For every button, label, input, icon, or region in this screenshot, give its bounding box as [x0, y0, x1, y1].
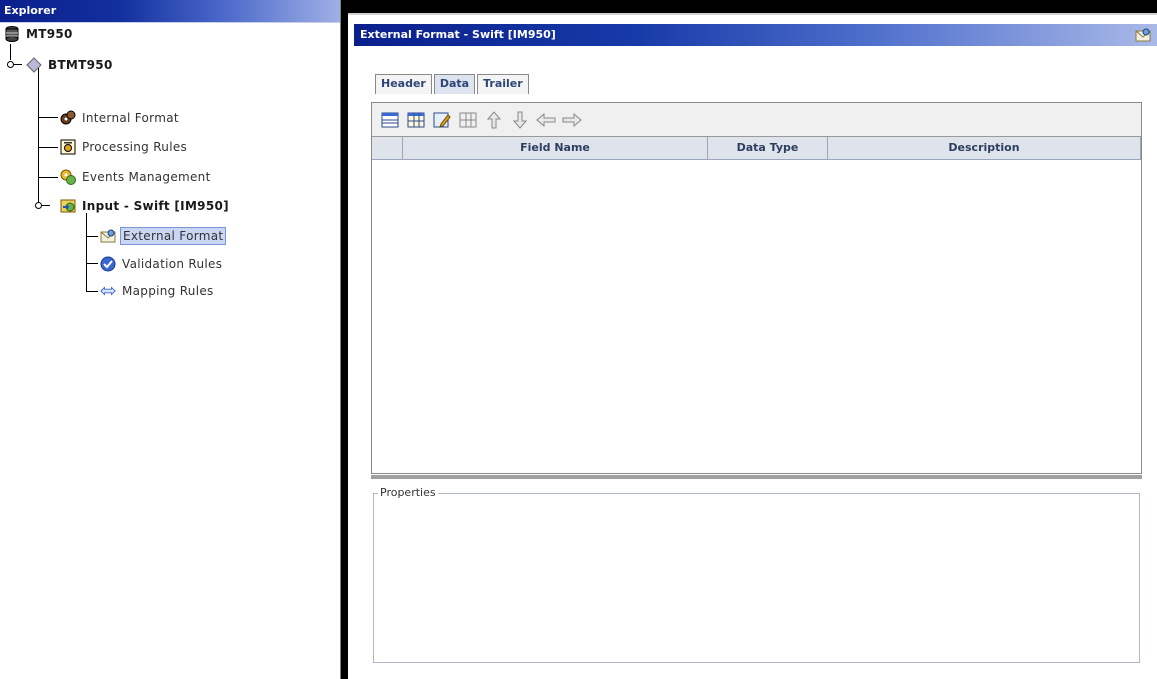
delete-icon[interactable] [458, 110, 478, 130]
envelope-icon [100, 228, 116, 244]
grid-header-row: Field Name Data Type Description [372, 137, 1141, 160]
gears-icon [60, 110, 76, 126]
tree-node-input-swift[interactable]: Input - Swift [IM950] [60, 195, 231, 217]
tree-node-label: Processing Rules [82, 140, 188, 154]
move-down-icon[interactable] [510, 110, 530, 130]
properties-legend: Properties [378, 486, 438, 499]
move-right-icon[interactable] [562, 110, 582, 130]
column-header-description[interactable]: Description [828, 137, 1141, 159]
move-left-icon[interactable] [536, 110, 556, 130]
tree-connector [86, 236, 98, 237]
fields-grid: Field Name Data Type Description [371, 102, 1142, 474]
tree-node-processing-rules[interactable]: Processing Rules [60, 136, 189, 158]
tab-trailer[interactable]: Trailer [477, 74, 529, 94]
tree-connector [38, 177, 58, 178]
column-header-data-type[interactable]: Data Type [708, 137, 828, 159]
tree-expander[interactable] [35, 202, 42, 209]
tree-node-mt950[interactable]: MT950 [4, 23, 75, 45]
events-gear-icon [60, 169, 76, 185]
tab-header[interactable]: Header [375, 74, 432, 94]
mapping-arrows-icon [100, 283, 116, 299]
add-row-icon[interactable] [380, 110, 400, 130]
tree-connector [86, 291, 98, 292]
tree-node-label: Validation Rules [122, 257, 223, 271]
page-title: External Format - Swift [IM950] [360, 28, 556, 41]
tree-node-label: BTMT950 [48, 58, 113, 72]
tree-node-label: MT950 [26, 27, 73, 41]
properties-panel: Properties [373, 486, 1140, 663]
tree-node-mapping-rules[interactable]: Mapping Rules [100, 280, 216, 302]
database-icon [4, 26, 20, 42]
grid-bottom-border [371, 475, 1142, 479]
grid-toolbar [372, 103, 1141, 137]
rules-doc-icon [60, 139, 76, 155]
envelope-icon [1135, 27, 1151, 43]
tree-node-label: External Format [120, 227, 227, 245]
tree-connector [38, 117, 58, 118]
tree-node-internal-format[interactable]: Internal Format [60, 107, 181, 129]
tree-connector [10, 44, 11, 60]
grid-header-selector[interactable] [372, 137, 403, 159]
tree-node-label: Events Management [82, 170, 211, 184]
explorer-tree-container: MT950 BTMT950 Internal Format Processing… [0, 22, 340, 679]
column-header-field-name[interactable]: Field Name [403, 137, 708, 159]
tree-node-external-format[interactable]: External Format [100, 225, 227, 247]
explorer-panel: Explorer MT950 BTMT950 Internal Format P… [0, 0, 341, 679]
input-swift-icon [60, 198, 76, 214]
main-title-bar: External Format - Swift [IM950] [354, 24, 1157, 46]
insert-table-icon[interactable] [406, 110, 426, 130]
tree-node-label: Input - Swift [IM950] [82, 199, 229, 213]
tree-node-validation-rules[interactable]: Validation Rules [100, 253, 224, 275]
tree-node-label: Mapping Rules [122, 284, 214, 298]
tree-connector [38, 147, 58, 148]
tree-expander[interactable] [7, 61, 14, 68]
tree-node-btmt950[interactable]: BTMT950 [26, 54, 115, 76]
edit-icon[interactable] [432, 110, 452, 130]
tab-data[interactable]: Data [433, 74, 476, 94]
tree-connector [38, 68, 39, 205]
explorer-tree: MT950 BTMT950 Internal Format Processing… [0, 23, 340, 679]
diamond-icon [26, 57, 42, 73]
move-up-icon[interactable] [484, 110, 504, 130]
explorer-title: Explorer [0, 0, 340, 22]
check-circle-icon [100, 256, 116, 272]
tree-node-label: Internal Format [82, 111, 179, 125]
tree-connector [86, 263, 98, 264]
tab-bar: Header Data Trailer [375, 74, 531, 94]
tree-connector [86, 213, 87, 291]
main-panel: External Format - Swift [IM950] Header D… [348, 13, 1157, 679]
tree-node-events-management[interactable]: Events Management [60, 166, 213, 188]
